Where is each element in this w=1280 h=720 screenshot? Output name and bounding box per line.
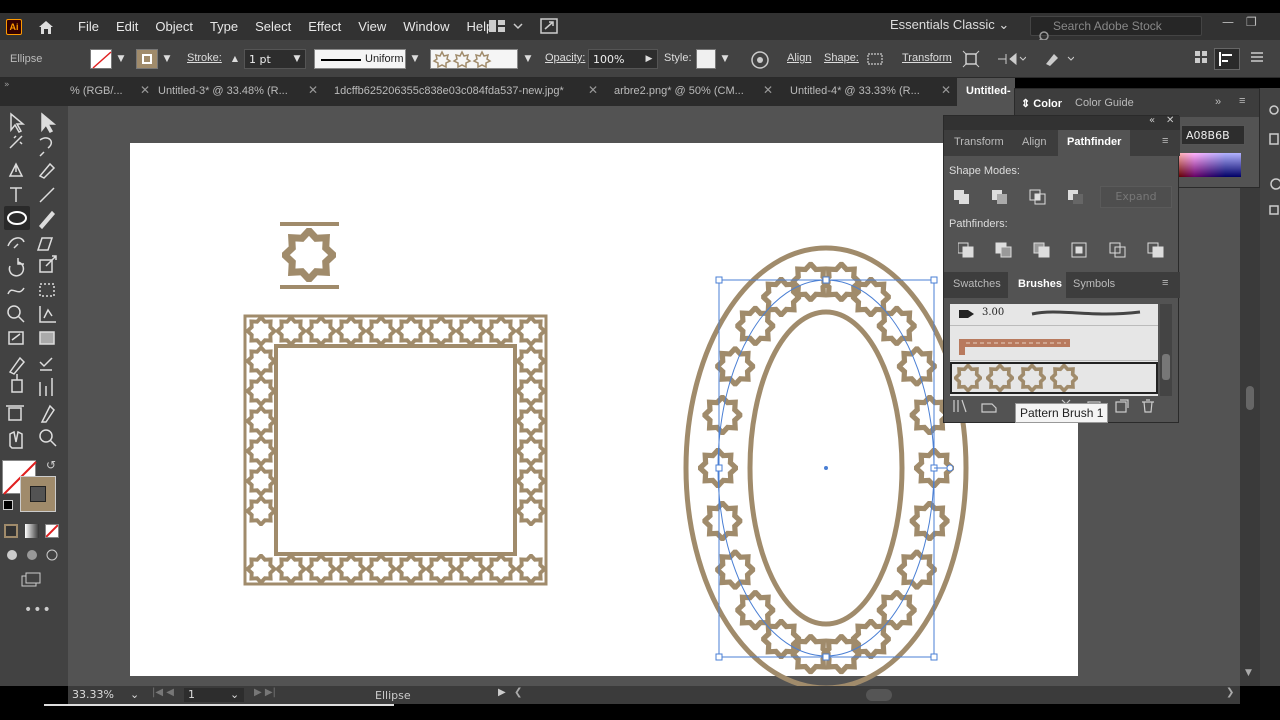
scroll-thumb[interactable] (1246, 386, 1254, 410)
expand-button[interactable]: Expand (1100, 186, 1172, 208)
shape-modes-buttons[interactable] (954, 188, 1094, 206)
pathfinder-menu-icon[interactable]: ≡ (1162, 135, 1168, 147)
right-icon-strip (1260, 88, 1280, 686)
color-panel-menu-icon[interactable]: ≡ (1239, 95, 1245, 107)
hex-input[interactable]: A08B6B (1181, 125, 1245, 145)
artboard-number-input[interactable]: 1 ⌄ (184, 688, 244, 702)
vertical-scrollbar[interactable]: ▼ (1240, 106, 1260, 686)
close-group-icon[interactable]: ✕ (1166, 115, 1174, 126)
zoom-field[interactable]: 33.33% ⌄ (72, 688, 142, 702)
color-spectrum[interactable] (1179, 153, 1241, 177)
tab-transform[interactable]: Transform (954, 136, 1004, 148)
tab-color[interactable]: ⇕ Color (1021, 97, 1062, 110)
collapse-panel-icon[interactable]: » (1215, 96, 1221, 108)
pattern-tile-motif (280, 222, 339, 289)
ellipse-pattern-frame (683, 245, 969, 686)
tab-pathfinder[interactable]: Pathfinder (1067, 136, 1121, 148)
collapse-group-icon[interactable]: « (1149, 115, 1155, 126)
pathfinders-buttons[interactable] (958, 241, 1168, 259)
brush-row-calligraphic[interactable]: 3.00 (950, 304, 1158, 326)
brush-row-border[interactable] (950, 327, 1158, 361)
tab-color-guide[interactable]: Color Guide (1075, 97, 1134, 109)
current-tool-status: Ellipse (375, 689, 411, 702)
pathfinder-brushes-group: « ✕ Transform Align Pathfinder ≡ Shape M… (943, 115, 1180, 423)
brushes-scrollbar[interactable] (1160, 304, 1172, 396)
tab-symbols[interactable]: Symbols (1073, 278, 1115, 290)
brush-tooltip: Pattern Brush 1 (1015, 403, 1109, 423)
status-bar: 33.33% ⌄ |◀ ◀ 1 ⌄ ▶ ▶| Ellipse ▶ ❮ ❯ (68, 686, 1240, 704)
status-menu-arrow-icon[interactable]: ▶ (498, 687, 506, 698)
next-artboard-icon[interactable]: ▶ ▶| (254, 687, 276, 698)
tab-brushes[interactable]: Brushes (1018, 278, 1062, 290)
tab-align[interactable]: Align (1022, 136, 1046, 148)
brushes-list[interactable]: 3.00 (950, 304, 1158, 396)
hscroll-right-icon[interactable]: ❯ (1226, 687, 1234, 698)
brushes-menu-icon[interactable]: ≡ (1162, 277, 1168, 289)
rectangle-pattern-frame (243, 314, 548, 586)
hscroll-left-icon[interactable]: ❮ (514, 687, 522, 698)
hscroll-thumb[interactable] (866, 689, 892, 701)
brush-row-pattern-1[interactable] (950, 362, 1158, 394)
shape-modes-label: Shape Modes: (949, 165, 1020, 177)
pathfinders-label: Pathfinders: (949, 218, 1008, 230)
first-artboard-icon[interactable]: |◀ ◀ (152, 687, 174, 698)
scroll-down-icon[interactable]: ▼ (1245, 668, 1252, 678)
tab-swatches[interactable]: Swatches (953, 278, 1001, 290)
